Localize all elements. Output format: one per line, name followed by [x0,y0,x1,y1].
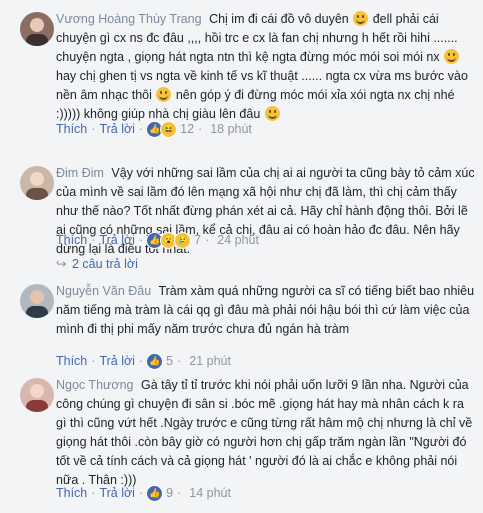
avatar[interactable] [20,284,54,318]
smile-emoji-icon [264,106,280,121]
like-icon: 👍 [146,484,164,502]
avatar[interactable] [20,166,54,200]
smile-emoji-icon [444,49,460,64]
separator: · [138,354,144,368]
separator: · [177,354,182,368]
comment-time[interactable]: 18 phút [210,122,252,136]
like-button[interactable]: Thích [56,354,87,368]
separator: · [91,354,96,368]
separator: · [91,122,96,136]
separator: · [177,486,182,500]
comment-time[interactable]: 21 phút [189,354,231,368]
comment-time[interactable]: 14 phút [189,486,231,500]
separator: · [198,122,203,136]
avatar[interactable] [20,378,54,412]
reactions[interactable]: 👍 😮 😢 [146,231,192,249]
reply-button[interactable]: Trả lời [99,122,135,136]
like-button[interactable]: Thích [56,233,87,247]
commenter-name[interactable]: Vương Hoàng Thùy Trang [56,12,202,26]
comment-actions: Thích · Trả lời · 👍 5 · 21 phút [56,352,231,370]
smile-emoji-icon [353,11,369,26]
avatar[interactable] [20,12,54,46]
like-button[interactable]: Thích [56,486,87,500]
separator: · [138,486,144,500]
comment-time[interactable]: 24 phút [217,233,259,247]
sad-icon: 😢 [174,231,192,249]
separator: · [138,122,144,136]
commenter-name[interactable]: Ngọc Thương [56,378,133,392]
like-icon: 👍 [146,352,164,370]
reaction-count: 12 [180,122,195,136]
reactions[interactable]: 👍 😆 [146,120,178,138]
reply-arrow-icon: ↪ [56,257,67,271]
comment-bubble: Nguyễn Văn Đâu Tràm xàm quá những người … [56,282,476,339]
comment-actions: Thích · Trả lời · 👍 😆 12 · 18 phút [56,120,252,138]
reply-button[interactable]: Trả lời [99,486,135,500]
separator: · [138,233,144,247]
separator: · [91,486,96,500]
haha-icon: 😆 [160,120,178,138]
separator: · [205,233,210,247]
reply-button[interactable]: Trả lời [99,354,135,368]
comment-text: Chị im đi cái đồ vô duyên [209,12,353,26]
reaction-count: 7 [194,233,202,247]
commenter-name[interactable]: Nguyễn Văn Đâu [56,284,151,298]
like-button[interactable]: Thích [56,122,87,136]
comment-actions: Thích · Trả lời · 👍 9 · 14 phút [56,484,231,502]
replies-count-label: 2 câu trả lời [72,256,138,271]
comment-text: Gà tây tỉ tỉ trước khi nói phải uốn lưỡi… [56,378,473,487]
comment-bubble: Vương Hoàng Thùy Trang Chị im đi cái đồ … [56,10,476,124]
separator: · [91,233,96,247]
reply-button[interactable]: Trả lời [99,233,135,247]
smile-emoji-icon [156,87,172,102]
commenter-name[interactable]: Đim Đim [56,166,104,180]
comment-bubble: Ngọc Thương Gà tây tỉ tỉ trước khi nói p… [56,376,476,490]
reactions[interactable]: 👍 [146,352,164,370]
view-replies-link[interactable]: ↪ 2 câu trả lời [56,256,138,272]
reaction-count: 9 [166,486,174,500]
comment-actions: Thích · Trả lời · 👍 😮 😢 7 · 24 phút [56,231,259,249]
reactions[interactable]: 👍 [146,484,164,502]
reaction-count: 5 [166,354,174,368]
